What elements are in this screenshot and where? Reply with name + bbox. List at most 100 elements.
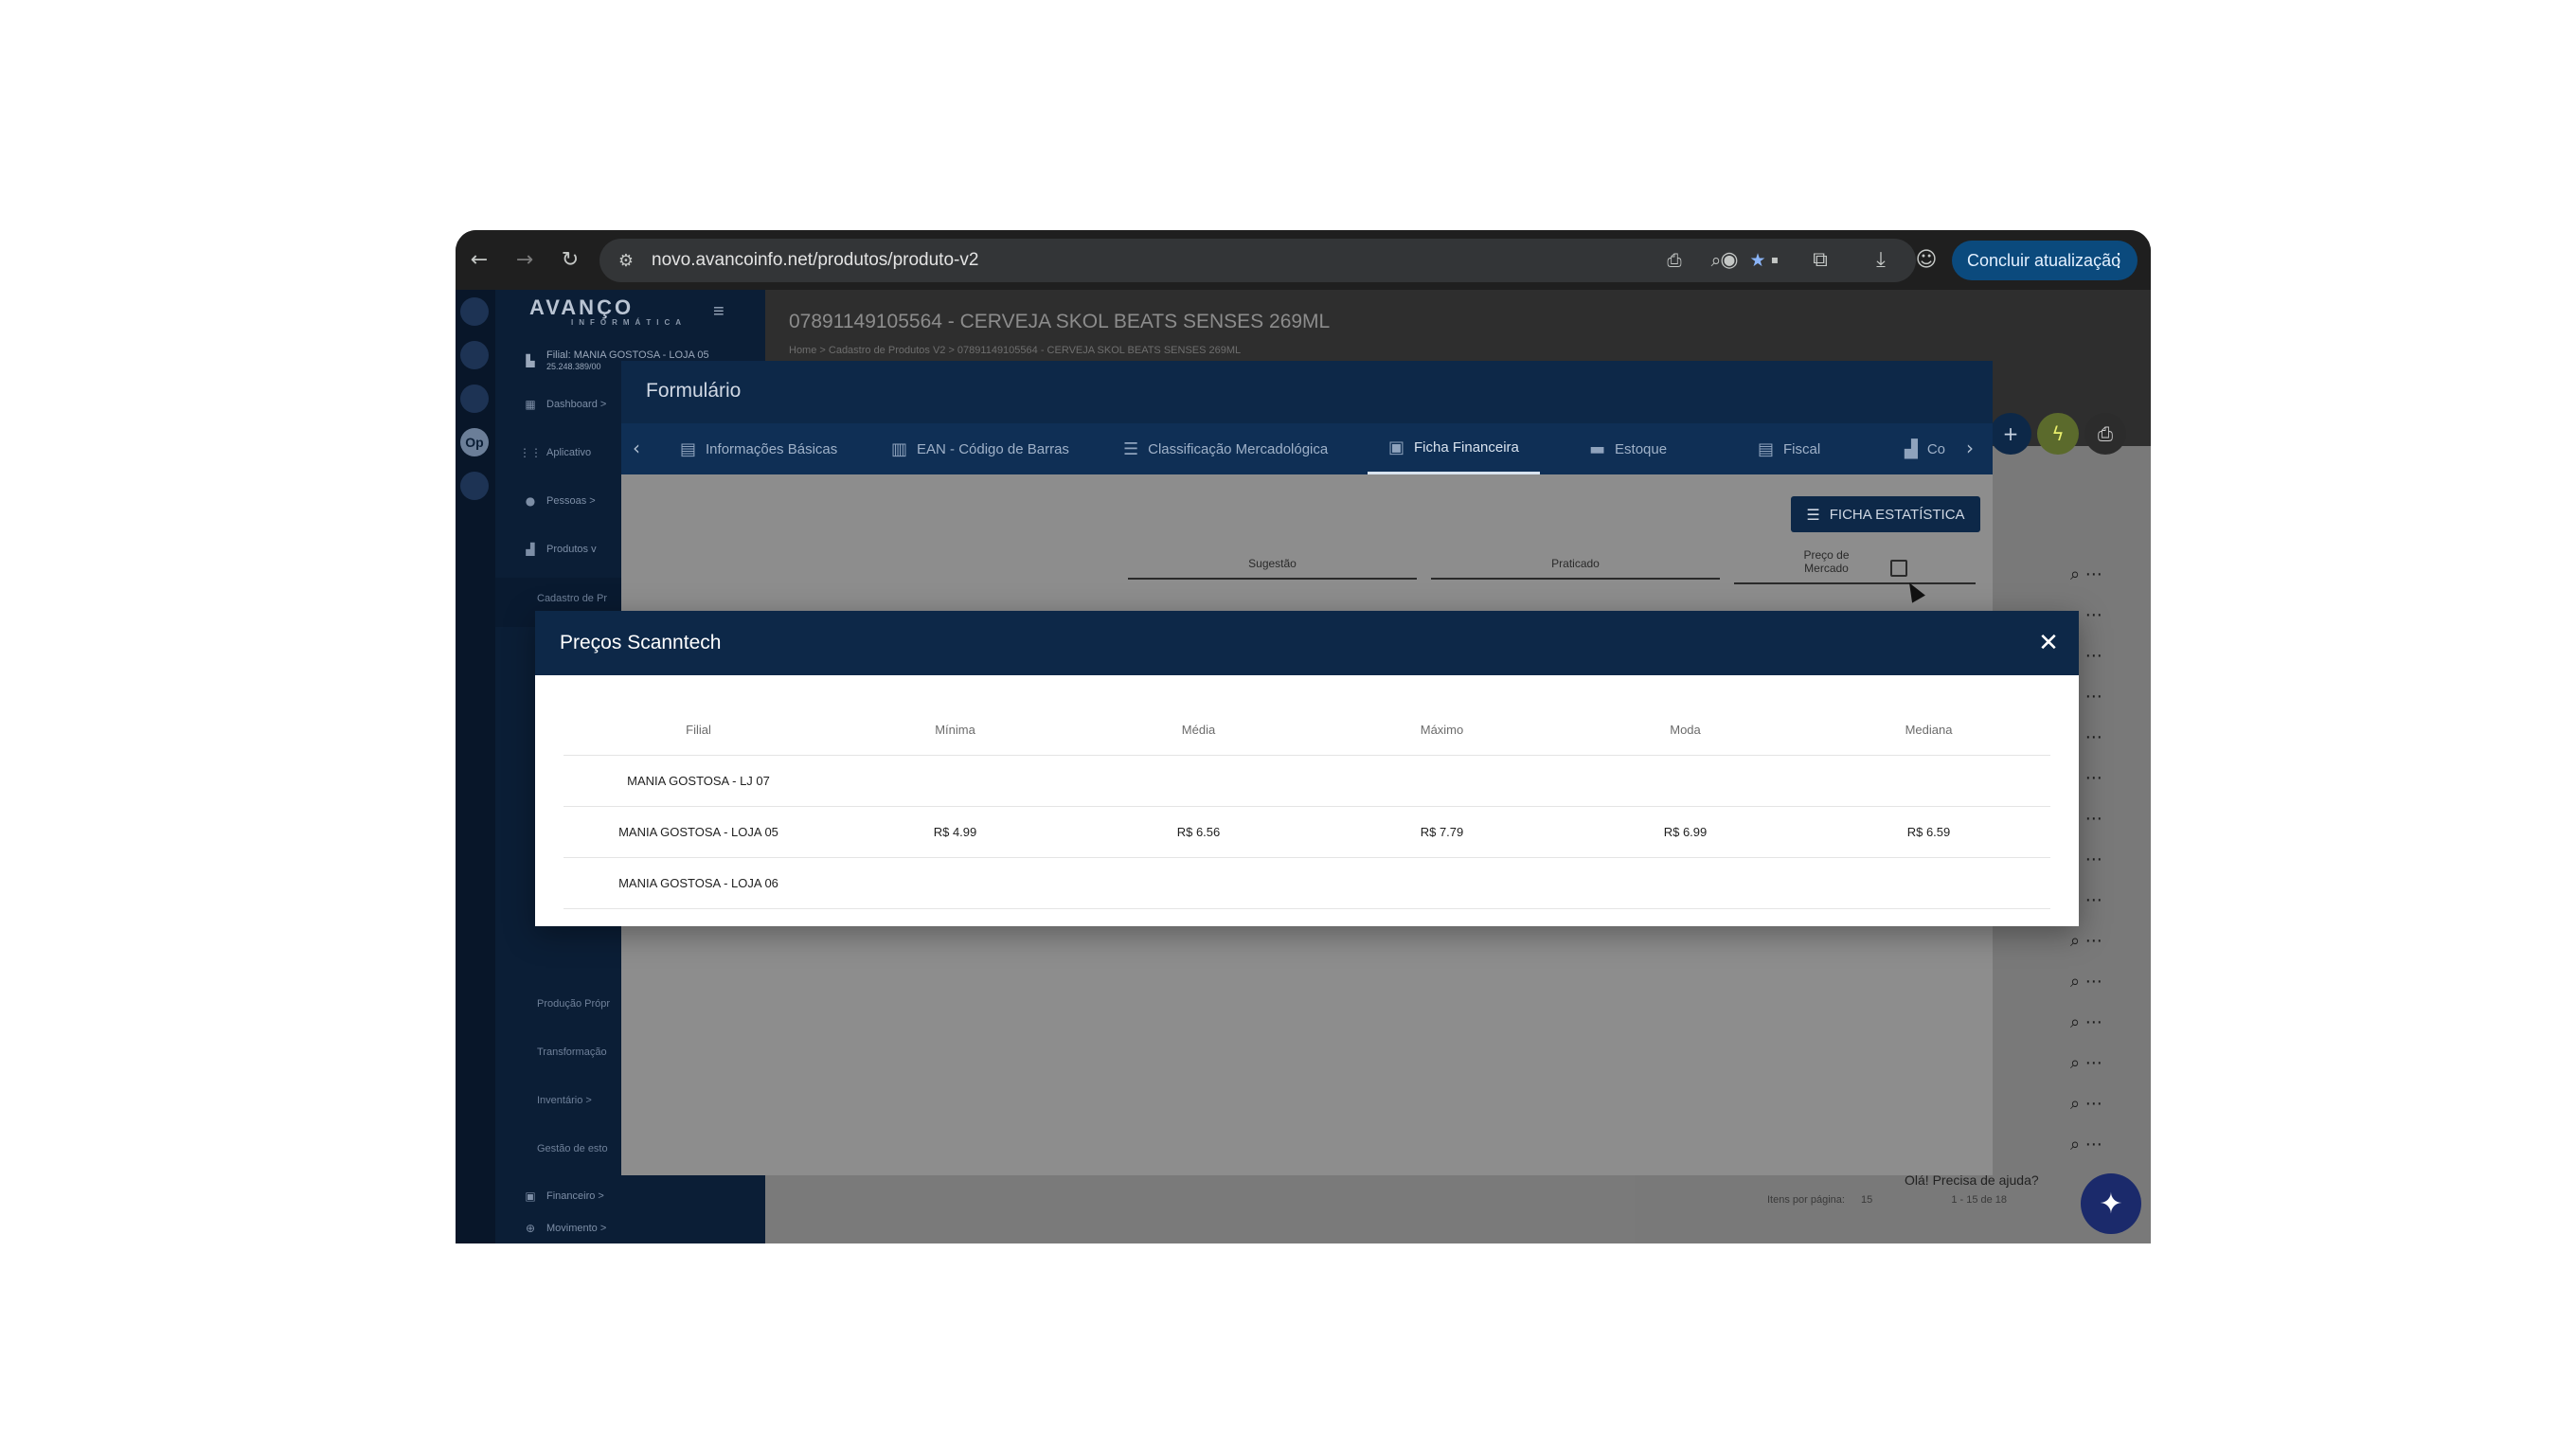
tab-label: Fiscal [1783, 440, 1821, 457]
scanntech-title: Preços Scanntech [560, 632, 722, 653]
assistant-sparkle-icon[interactable]: ✦ [2081, 1173, 2141, 1234]
basket-icon: ▟ [526, 543, 535, 556]
install-icon[interactable]: ⎙ [1660, 246, 1689, 275]
rail-avatar-op[interactable]: Op [460, 428, 489, 456]
menu-label: Produtos v [546, 544, 597, 555]
tab-fiscal[interactable]: ▤ Fiscal [1758, 423, 1820, 474]
column-preco-mercado[interactable]: Preço de Mercado [1734, 548, 1976, 584]
collapse-menu-icon[interactable]: ≡ [713, 301, 724, 323]
lightning-icon[interactable]: ϟ [2037, 413, 2079, 455]
scanntech-table: Filial Mínima Média Máximo Moda Mediana … [564, 706, 2050, 909]
tab-prev-icon[interactable]: ‹ [633, 437, 640, 459]
row-actions[interactable]: ⌕ ⋯ [2070, 1094, 2102, 1114]
building-icon: ▙ [526, 354, 535, 367]
row-actions[interactable]: ⌕ ⋯ [2070, 1135, 2102, 1154]
submenu-transformacao[interactable]: Transformação [537, 1046, 607, 1058]
barcode-icon: ▥ [891, 438, 908, 459]
grid-icon: ⋮⋮ [519, 446, 542, 459]
submenu-gestao-estoque[interactable]: Gestão de esto [537, 1143, 608, 1154]
print-icon[interactable]: ⎙ [2084, 413, 2126, 455]
menu-movimento[interactable]: ⊕ Movimento > [524, 1222, 606, 1235]
list-icon: ☰ [1806, 505, 1820, 524]
cell-maximo [1320, 755, 1564, 807]
cell-moda [1564, 755, 1807, 807]
logo-subtext: INFORMÁTICA [571, 318, 687, 327]
menu-dashboard[interactable]: ▦ Dashboard > [524, 398, 606, 411]
row-actions[interactable]: ⌕ ⋯ [2070, 972, 2102, 992]
close-icon[interactable]: ✕ [2031, 626, 2066, 660]
cell-mediana: R$ 6.59 [1807, 806, 2050, 858]
reload-icon[interactable]: ↻ [554, 243, 586, 276]
extension-small-icon[interactable]: ▪ [1759, 243, 1791, 276]
download-icon[interactable]: ⤓ [1865, 243, 1897, 276]
submenu-producao[interactable]: Produção Própr [537, 998, 610, 1010]
add-icon[interactable]: + [1990, 413, 2031, 455]
tab-next-icon[interactable]: › [1966, 437, 1974, 459]
cell-mediana [1807, 857, 2050, 909]
rail-avatar[interactable] [460, 341, 489, 369]
ficha-estatistica-button[interactable]: ☰ FICHA ESTATÍSTICA [1791, 496, 1980, 532]
logo-text: AVANÇO [529, 295, 635, 319]
tab-label: Ficha Financeira [1414, 439, 1519, 456]
puzzle-icon[interactable]: ⧉ [1804, 243, 1836, 276]
submenu-cadastro[interactable]: Cadastro de Pr [537, 593, 607, 604]
profile-icon[interactable]: ☺ [1910, 243, 1942, 276]
column-sugestao[interactable]: Sugestão [1128, 557, 1417, 580]
money-icon: ▣ [1388, 438, 1405, 457]
back-icon[interactable]: ← [463, 243, 495, 276]
browser-toolbar: ← → ↻ ⚙ novo.avancoinfo.net/produtos/pro… [456, 230, 2151, 290]
row-actions[interactable]: ⌕ ⋯ [2070, 1012, 2102, 1032]
site-settings-icon[interactable]: ⚙ [613, 247, 639, 274]
form-tabs: ‹ ▤ Informações Básicas ▥ EAN - Código de … [621, 423, 1993, 474]
cell-minima [833, 857, 1077, 909]
scanntech-header: Preços Scanntech ✕ [535, 611, 2079, 675]
menu-icon[interactable]: ⋮ [2109, 248, 2128, 272]
tab-informacoes-basicas[interactable]: ▤ Informações Básicas [680, 423, 837, 474]
tab-ficha-financeira[interactable]: ▣ Ficha Financeira [1368, 423, 1540, 474]
menu-produtos[interactable]: ▟ Produtos v [524, 543, 597, 556]
forward-icon[interactable]: → [509, 243, 541, 276]
table-row: MANIA GOSTOSA - LOJA 05 R$ 4.99 R$ 6.56 … [564, 806, 2050, 858]
market-price-icon[interactable] [1890, 560, 1907, 577]
cell-maximo [1320, 857, 1564, 909]
product-title: 07891149105564 - CERVEJA SKOL BEATS SENS… [789, 311, 1331, 332]
rail-avatar[interactable] [460, 472, 489, 500]
extension-icon[interactable]: ◉ [1713, 243, 1745, 276]
cell-minima: R$ 4.99 [833, 806, 1077, 858]
form-title: Formulário [646, 380, 742, 402]
header-media: Média [1077, 706, 1320, 756]
menu-label: Aplicativo [546, 447, 592, 458]
menu-label: Movimento > [546, 1223, 607, 1234]
row-actions[interactable]: ⌕ ⋯ [2070, 564, 2102, 584]
menu-aplicativo[interactable]: ⋮⋮ Aplicativo [519, 446, 592, 459]
page-size-select[interactable]: 15 [1861, 1194, 1872, 1206]
tab-label: Informações Básicas [706, 440, 838, 457]
update-button[interactable]: Concluir atualização ⋮ [1952, 241, 2138, 280]
tab-classificacao[interactable]: ☰ Classificação Mercadológica [1123, 423, 1328, 474]
menu-financeiro[interactable]: ▣ Financeiro > [524, 1190, 604, 1203]
document-icon: ▤ [1758, 438, 1775, 459]
table-row: MANIA GOSTOSA - LOJA 06 [564, 857, 2050, 909]
movement-icon: ⊕ [525, 1222, 536, 1235]
tab-ean[interactable]: ▥ EAN - Código de Barras [891, 423, 1069, 474]
menu-pessoas[interactable]: ● Pessoas > [524, 494, 596, 508]
tab-label: Co [1926, 440, 1946, 457]
submenu-inventario[interactable]: Inventário > [537, 1095, 592, 1106]
header-minima: Mínima [833, 706, 1077, 756]
rail-avatar[interactable] [460, 385, 489, 413]
person-icon: ● [525, 494, 536, 508]
paginator: Itens por página: 15 1 - 15 de 18 [1767, 1194, 2007, 1206]
column-praticado[interactable]: Praticado [1431, 557, 1720, 580]
cell-moda: R$ 6.99 [1564, 806, 1807, 858]
branch-label: Filial: MANIA GOSTOSA - LOJA 05 [546, 349, 709, 361]
logo: AVANÇO INFORMÁTICA [529, 295, 690, 337]
row-actions[interactable]: ⌕ ⋯ [2070, 1053, 2102, 1073]
rail-avatar[interactable] [460, 297, 489, 326]
row-actions[interactable]: ⌕ ⋯ [2070, 931, 2102, 951]
tab-estoque[interactable]: ▬ Estoque [1589, 423, 1667, 474]
cell-media [1077, 755, 1320, 807]
tab-compras[interactable]: ▟ Co [1905, 423, 1945, 474]
breadcrumb: Home > Cadastro de Produtos V2 > 0789114… [789, 345, 1242, 356]
tab-label: EAN - Código de Barras [917, 440, 1069, 457]
cell-filial: MANIA GOSTOSA - LJ 07 [564, 755, 833, 807]
